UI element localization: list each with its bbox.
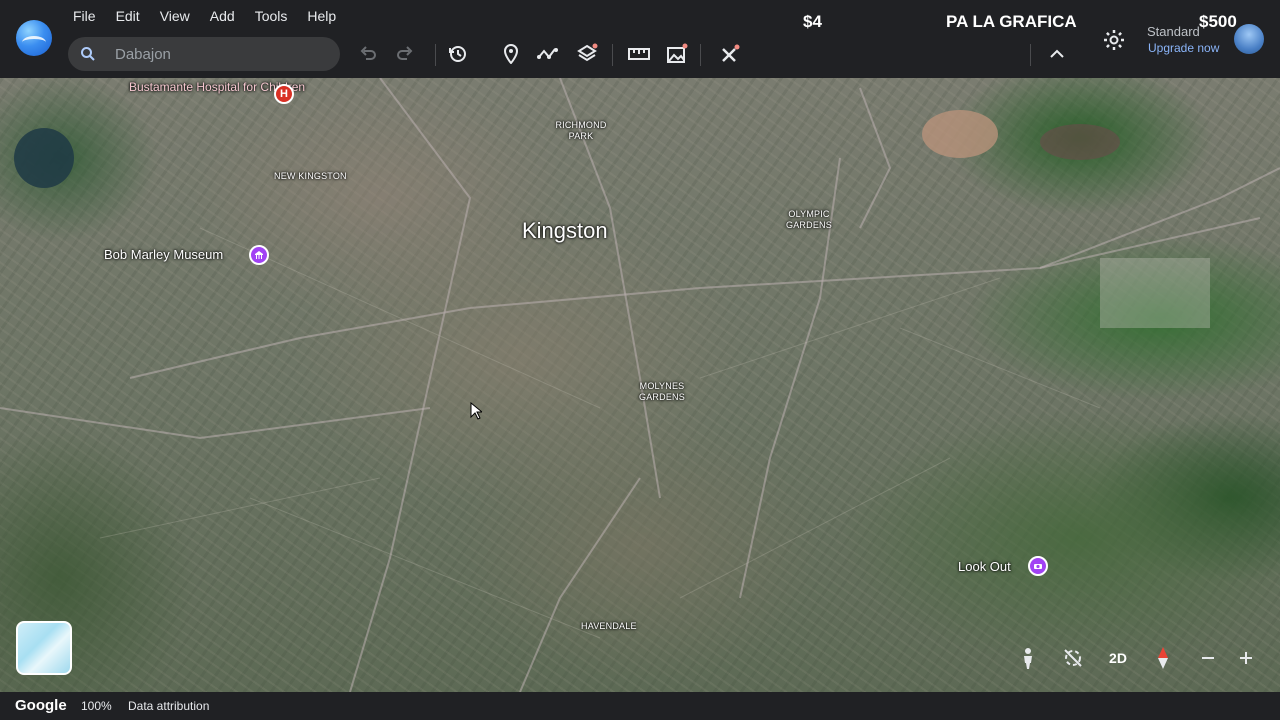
menu-edit[interactable]: Edit bbox=[106, 6, 150, 26]
avatar[interactable] bbox=[1234, 24, 1264, 54]
data-attribution-link[interactable]: Data attribution bbox=[128, 699, 209, 713]
zoom-level: 100% bbox=[81, 699, 112, 713]
mouse-cursor-icon bbox=[470, 401, 484, 425]
zoom-in-icon[interactable] bbox=[1236, 644, 1256, 672]
google-logo: Google bbox=[15, 697, 67, 714]
area-label-new-kingston: NEW KINGSTON bbox=[274, 171, 347, 181]
compass-icon[interactable] bbox=[1152, 644, 1174, 672]
google-earth-logo[interactable] bbox=[16, 20, 52, 56]
status-bar: Google 100% Data attribution bbox=[0, 692, 1280, 720]
overlay-left-price: $4 bbox=[803, 12, 822, 31]
city-label-kingston[interactable]: Kingston bbox=[522, 218, 608, 244]
view-mode-button[interactable]: 2D bbox=[1104, 644, 1132, 672]
overlay-right-price: $500 bbox=[1199, 12, 1237, 31]
zoom-out-icon[interactable] bbox=[1198, 644, 1218, 672]
menu-bar: File Edit View Add Tools Help bbox=[63, 6, 346, 26]
lookout-label[interactable]: Look Out bbox=[958, 559, 1011, 574]
menu-help[interactable]: Help bbox=[297, 6, 346, 26]
search-box[interactable] bbox=[68, 37, 340, 71]
history-icon[interactable] bbox=[444, 40, 472, 68]
museum-label[interactable]: Bob Marley Museum bbox=[104, 247, 223, 262]
layers-icon[interactable] bbox=[573, 40, 601, 68]
menu-view[interactable]: View bbox=[150, 6, 200, 26]
settings-gear-icon[interactable] bbox=[1102, 28, 1126, 52]
area-label-molynes-gardens: MOLYNES GARDENS bbox=[639, 381, 685, 402]
top-bar: File Edit View Add Tools Help Dabajon $4… bbox=[0, 0, 1280, 78]
area-label-havendale: HAVENDALE bbox=[581, 621, 637, 631]
map-style-thumbnail[interactable] bbox=[16, 621, 72, 675]
image-overlay-icon[interactable] bbox=[663, 40, 691, 68]
path-icon[interactable] bbox=[534, 40, 562, 68]
area-label-richmond-park: RICHMOND PARK bbox=[555, 120, 607, 141]
collapse-icon[interactable] bbox=[1043, 40, 1071, 68]
undo-icon[interactable] bbox=[354, 40, 382, 68]
tools-icon[interactable] bbox=[716, 40, 744, 68]
reset-tilt-icon[interactable] bbox=[1060, 644, 1086, 672]
area-label-olympic-gardens: OLYMPIC GARDENS bbox=[786, 209, 832, 230]
toolbar-divider bbox=[435, 44, 436, 66]
account-plan: Standard bbox=[1147, 24, 1200, 39]
menu-file[interactable]: File bbox=[63, 6, 106, 26]
toolbar-divider bbox=[1030, 44, 1031, 66]
toolbar-divider bbox=[612, 44, 613, 66]
ruler-icon[interactable] bbox=[625, 40, 653, 68]
menu-tools[interactable]: Tools bbox=[245, 6, 298, 26]
search-icon[interactable] bbox=[68, 37, 108, 71]
placemark-icon[interactable] bbox=[497, 40, 525, 68]
hospital-marker-icon[interactable]: H bbox=[274, 84, 294, 104]
lookout-marker-icon[interactable] bbox=[1028, 556, 1048, 576]
toolbar-divider bbox=[700, 44, 701, 66]
map-view[interactable]: Bustamante Hospital for Children H RICHM… bbox=[0, 78, 1280, 692]
upgrade-link[interactable]: Upgrade now bbox=[1148, 41, 1219, 55]
redo-icon[interactable] bbox=[391, 40, 419, 68]
pegman-icon[interactable] bbox=[1016, 644, 1040, 672]
overlay-title: PA LA GRAFICA bbox=[946, 12, 1077, 31]
museum-marker-icon[interactable] bbox=[249, 245, 269, 265]
search-input[interactable] bbox=[115, 45, 325, 63]
menu-add[interactable]: Add bbox=[200, 6, 245, 26]
